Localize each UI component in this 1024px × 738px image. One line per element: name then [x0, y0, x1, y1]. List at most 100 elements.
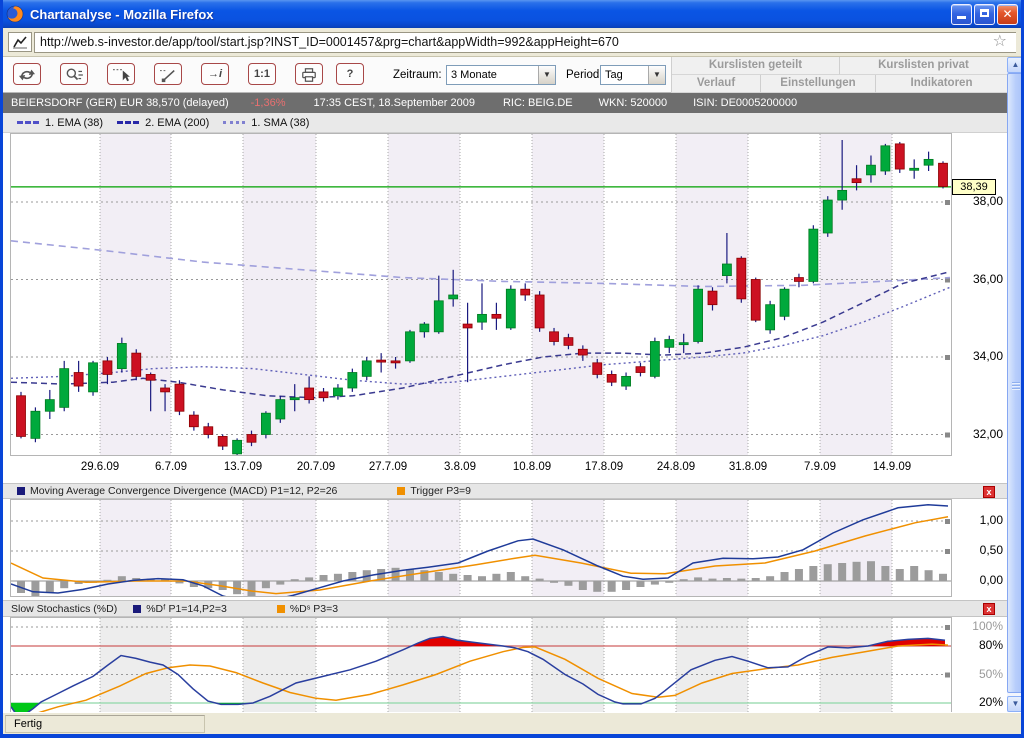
stochastics-close-icon[interactable]: x — [983, 603, 995, 615]
verlauf-button[interactable]: Verlauf — [672, 75, 761, 93]
candlestick — [737, 256, 746, 303]
info-tool-button[interactable]: →i — [201, 63, 229, 85]
candlestick — [780, 287, 789, 320]
status-bar: Fertig — [3, 712, 1021, 734]
minimize-button[interactable] — [951, 4, 972, 25]
isin-code: ISIN: DE0005200000 — [693, 97, 797, 109]
candlestick — [506, 285, 515, 330]
stochastics-title: Slow Stochastics (%D) — [11, 603, 117, 615]
candlestick — [175, 380, 184, 415]
macd-histogram-bar — [824, 564, 832, 581]
candlestick — [31, 407, 40, 442]
window-title: Chartanalyse - Mozilla Firefox — [30, 7, 214, 22]
candlestick — [823, 196, 832, 237]
candlestick — [910, 159, 919, 178]
macd-histogram-bar — [593, 581, 601, 592]
macd-histogram-bar — [550, 581, 558, 583]
maximize-button[interactable] — [974, 4, 995, 25]
date-axis-label: 10.8.09 — [502, 461, 562, 473]
candlestick — [607, 371, 616, 387]
refresh-button[interactable] — [13, 63, 41, 85]
candlestick — [276, 396, 285, 423]
macd-histogram-bar — [103, 580, 111, 581]
candlestick — [809, 225, 818, 283]
ric-code: RIC: BEIG.DE — [503, 97, 573, 109]
candlestick — [665, 336, 674, 353]
kurslisten-geteilt-button[interactable]: Kurslisten geteilt — [672, 57, 840, 75]
price-axis-label: 38,00 — [951, 194, 1003, 208]
url-input[interactable]: http://web.s-investor.de/app/tool/start.… — [34, 32, 1016, 53]
candlestick — [89, 361, 98, 396]
scroll-down-icon[interactable]: ▼ — [1007, 696, 1024, 712]
pointer-tool-button[interactable] — [107, 63, 135, 85]
macd-histogram-bar — [435, 572, 443, 581]
macd-histogram-bar — [492, 574, 500, 581]
candlestick — [261, 411, 270, 438]
candlestick — [74, 361, 83, 392]
macd-panel-header: Moving Average Convergence Divergence (M… — [3, 483, 1007, 499]
macd-histogram-bar — [867, 561, 875, 581]
date-axis-label: 20.7.09 — [286, 461, 346, 473]
vertical-scrollbar[interactable]: ▲ ▼ — [1007, 57, 1024, 712]
candlestick — [751, 278, 760, 323]
candlestick — [636, 363, 645, 377]
stoch-d-legend-swatch — [133, 605, 141, 613]
macd-histogram-bar — [636, 581, 644, 587]
candlestick — [521, 283, 530, 300]
close-button[interactable]: ✕ — [997, 4, 1018, 25]
legend-item-label: 2. EMA (200) — [145, 117, 209, 129]
legend-marker-icon — [223, 121, 245, 124]
periodizitaet-arrow-icon[interactable]: ▼ — [648, 66, 665, 84]
print-button[interactable] — [295, 63, 323, 85]
line-draw-tool-button[interactable] — [154, 63, 182, 85]
stoch-slow-label: %Dˢ P3=3 — [290, 603, 338, 615]
macd-histogram-bar — [853, 562, 861, 581]
last-price-tag: 38,39 — [952, 179, 996, 195]
macd-chart[interactable] — [11, 500, 951, 596]
macd-histogram-bar — [766, 576, 774, 581]
candlestick — [233, 438, 242, 455]
chart-favicon-icon — [12, 35, 28, 49]
candlestick — [319, 388, 328, 402]
legend-marker-icon — [117, 121, 139, 124]
candlestick — [204, 423, 213, 439]
scrollbar-thumb[interactable] — [1007, 73, 1024, 693]
macd-axis-label: 0,50 — [951, 543, 1003, 557]
candlestick — [535, 291, 544, 332]
one-to-one-button[interactable]: 1:1 — [248, 63, 276, 85]
macd-histogram-bar — [478, 576, 486, 581]
macd-histogram-bar — [622, 581, 630, 590]
candlestick — [45, 390, 54, 419]
macd-histogram-bar — [939, 574, 947, 581]
macd-histogram-bar — [795, 569, 803, 581]
macd-histogram-bar — [608, 581, 616, 592]
help-tool-button[interactable]: ? — [336, 63, 364, 85]
zeitraum-select[interactable]: 3 Monate▼ — [446, 65, 556, 85]
macd-histogram-bar — [46, 581, 54, 593]
macd-histogram-bar — [881, 566, 889, 581]
kurslisten-privat-button[interactable]: Kurslisten privat — [840, 57, 1008, 75]
macd-close-icon[interactable]: x — [983, 486, 995, 498]
stoch-axis-label: 100% — [951, 619, 1003, 633]
scroll-up-icon[interactable]: ▲ — [1007, 57, 1024, 73]
stochastics-panel-header: Slow Stochastics (%D) %Dᶠ P1=14,P2=3 %Dˢ… — [3, 600, 1007, 617]
zoom-tool-button[interactable] — [60, 63, 88, 85]
instrument-info-bar: BEIERSDORF (GER) EUR 38,570 (delayed) -1… — [3, 93, 1007, 113]
date-axis-label: 27.7.09 — [358, 461, 418, 473]
einstellungen-button[interactable]: Einstellungen — [761, 75, 876, 93]
title-bar[interactable]: Chartanalyse - Mozilla Firefox ✕ — [0, 0, 1024, 28]
macd-histogram-bar — [809, 566, 817, 581]
zeitraum-arrow-icon[interactable]: ▼ — [538, 66, 555, 84]
candlestick — [405, 330, 414, 363]
stochastics-chart[interactable] — [11, 618, 951, 712]
macd-histogram-bar — [910, 566, 918, 581]
bookmark-star-icon[interactable]: ☆ — [993, 32, 1007, 52]
date-axis-label: 14.9.09 — [862, 461, 922, 473]
macd-histogram-bar — [665, 581, 673, 583]
indikatoren-button[interactable]: Indikatoren — [876, 75, 1008, 93]
price-candlestick-chart[interactable] — [11, 134, 951, 455]
macd-histogram-bar — [651, 581, 659, 585]
macd-legend-swatch — [17, 487, 25, 495]
periodizitaet-select[interactable]: Tag▼ — [600, 65, 666, 85]
macd-histogram-bar — [536, 579, 544, 581]
